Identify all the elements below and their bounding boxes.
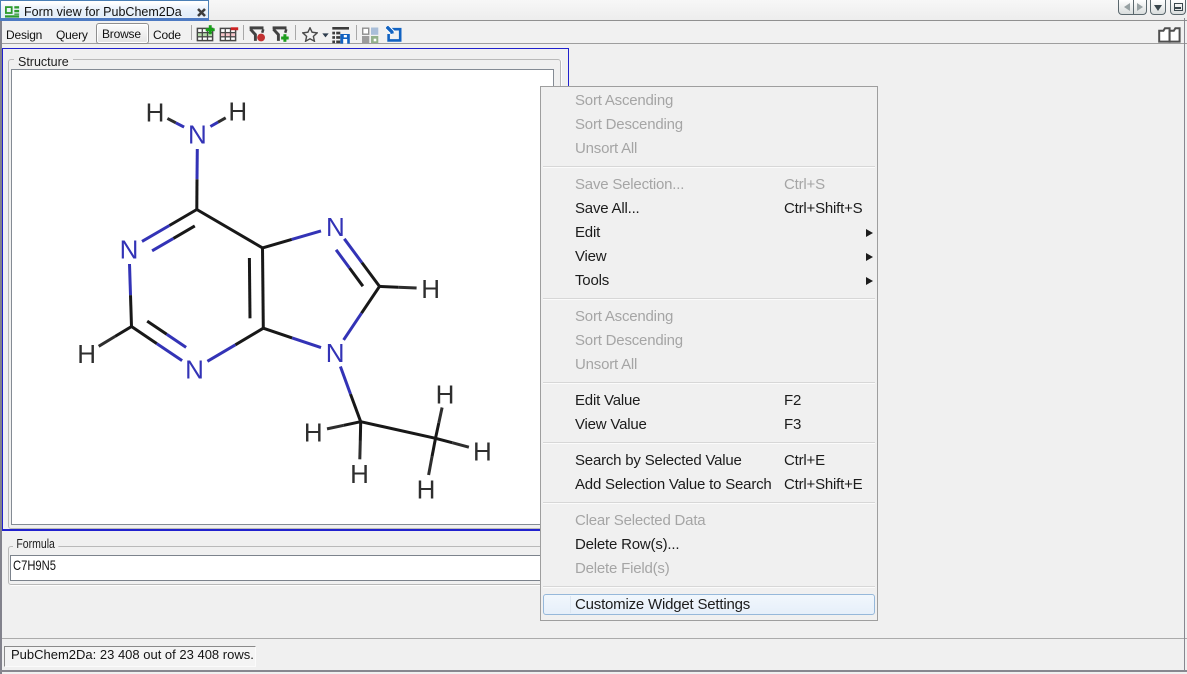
svg-text:N: N: [326, 212, 345, 242]
svg-text:N: N: [120, 235, 139, 265]
svg-text:H: H: [436, 379, 455, 409]
svg-text:H: H: [417, 474, 436, 504]
svg-text:N: N: [326, 338, 345, 368]
svg-text:N: N: [185, 355, 204, 385]
svg-text:N: N: [188, 120, 207, 150]
svg-text:H: H: [473, 436, 492, 466]
svg-text:H: H: [421, 274, 440, 304]
svg-text:H: H: [228, 96, 247, 126]
svg-text:H: H: [350, 459, 369, 489]
svg-text:H: H: [146, 98, 165, 128]
svg-text:H: H: [304, 417, 323, 447]
svg-text:H: H: [77, 339, 96, 369]
